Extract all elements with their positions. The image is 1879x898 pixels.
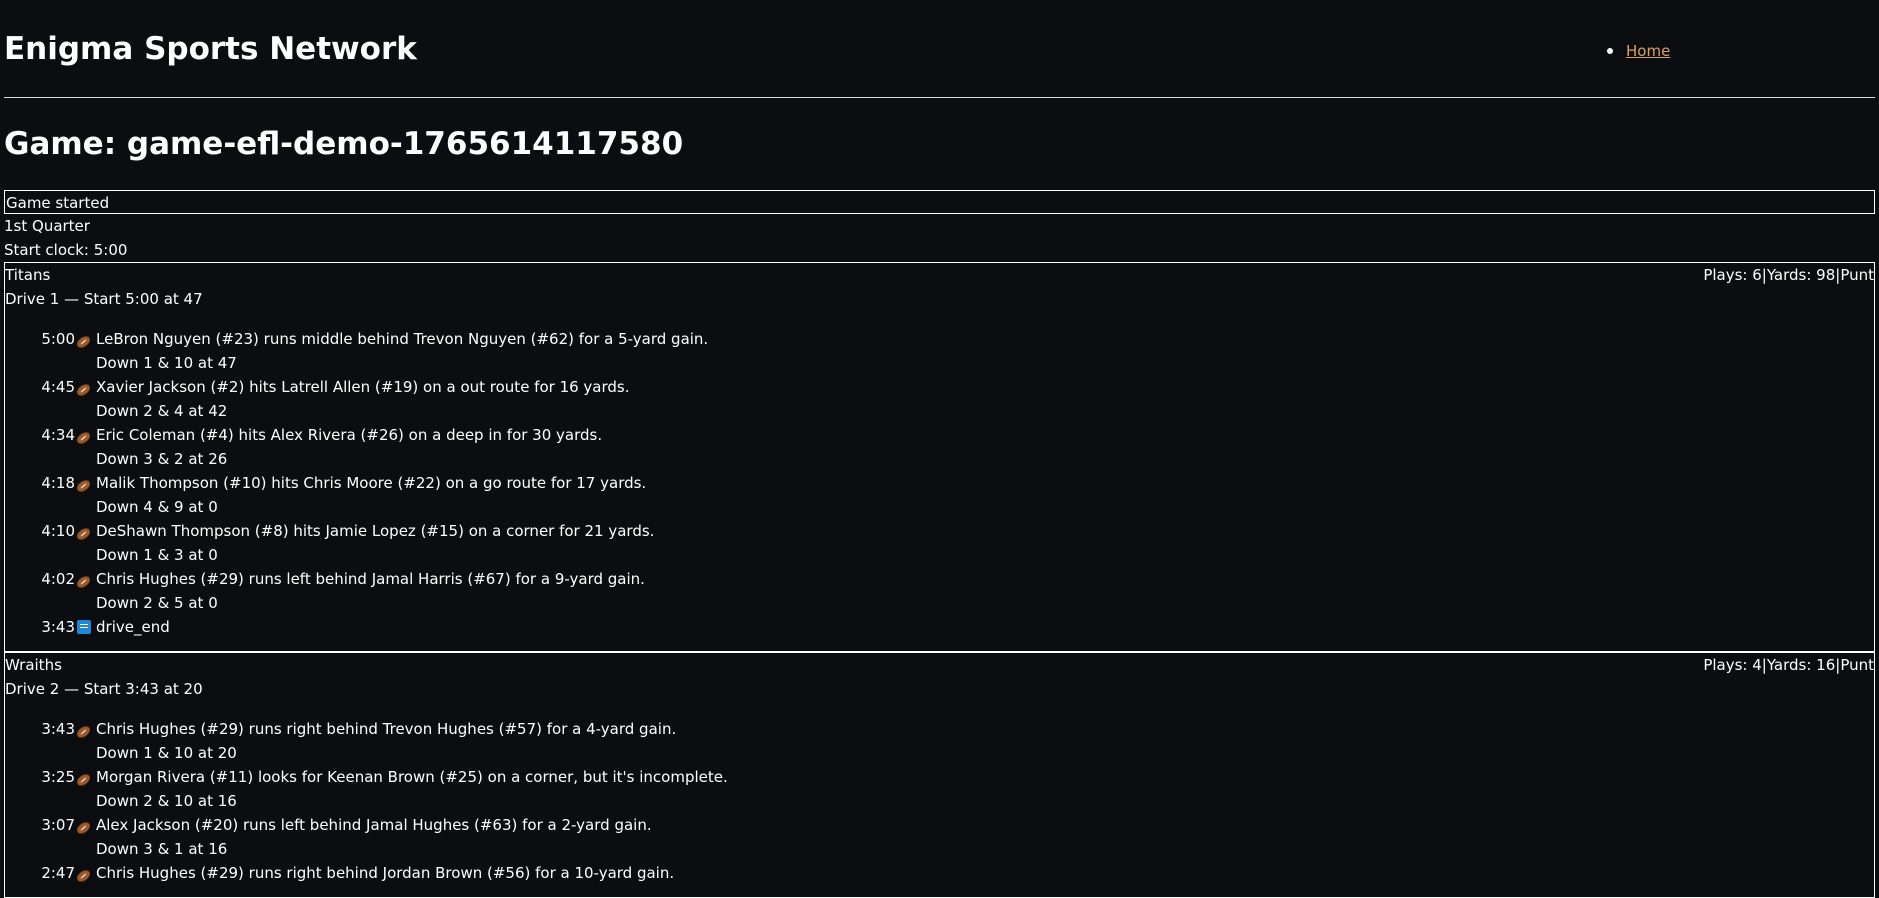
play-description: Chris Hughes (#29) runs right behind Jor…: [96, 864, 675, 882]
drive-header: Wraiths Plays: 4|Yards: 16|Punt: [5, 653, 1874, 677]
football-icon: [76, 332, 91, 348]
play-item: 3:43 Chris Hughes (#29) runs right behind…: [5, 717, 1874, 765]
home-link[interactable]: Home: [1626, 42, 1670, 60]
drive-card: Wraiths Plays: 4|Yards: 16|Punt Drive 2 — …: [4, 652, 1875, 898]
play-row: 3:43 drive_end: [5, 615, 1874, 639]
play-clock: 2:47: [41, 864, 75, 882]
play-description: Chris Hughes (#29) runs left behind Jama…: [96, 570, 645, 588]
site-header: Enigma Sports Network Home: [4, 0, 1875, 98]
play-item: 4:45 Xavier Jackson (#2) hits Latrell All…: [5, 375, 1874, 423]
play-description: Xavier Jackson (#2) hits Latrell Allen (…: [96, 378, 630, 396]
game-title: Game: game-efl-demo-1765614117580: [4, 126, 684, 162]
play-item: 5:00 LeBron Nguyen (#23) runs middle behi…: [5, 327, 1874, 375]
drive-stats: Plays: 4|Yards: 16|Punt: [1703, 656, 1874, 674]
play-description: LeBron Nguyen (#23) runs middle behind T…: [96, 330, 709, 348]
football-icon: [76, 722, 91, 738]
play-row: 4:18 Malik Thompson (#10) hits Chris Moor…: [5, 471, 1874, 495]
play-clock: 4:10: [41, 522, 75, 540]
play-clock: 4:18: [41, 474, 75, 492]
drive-stats: Plays: 6|Yards: 98|Punt: [1703, 266, 1874, 284]
play-clock: 4:02: [41, 570, 75, 588]
football-icon: [76, 818, 91, 834]
play-list: 5:00 LeBron Nguyen (#23) runs middle behi…: [5, 311, 1874, 651]
play-item: 4:34 Eric Coleman (#4) hits Alex Rivera (…: [5, 423, 1874, 471]
play-row: 4:34 Eric Coleman (#4) hits Alex Rivera (…: [5, 423, 1874, 447]
play-row: 4:10 DeShawn Thompson (#8) hits Jamie Lop…: [5, 519, 1874, 543]
play-list: 3:43 Chris Hughes (#29) runs right behind…: [5, 701, 1874, 897]
football-icon: [76, 524, 91, 540]
play-row: 4:45 Xavier Jackson (#2) hits Latrell All…: [5, 375, 1874, 399]
play-item: 2:47 Chris Hughes (#29) runs right behind…: [5, 861, 1874, 885]
drive-subtitle: Drive 1 — Start 5:00 at 47: [5, 290, 203, 308]
team-name: Wraiths: [5, 656, 62, 674]
play-item: 3:43 drive_end: [5, 615, 1874, 639]
play-clock: 3:43: [41, 720, 75, 738]
play-item: 3:25 Morgan Rivera (#11) looks for Keenan…: [5, 765, 1874, 813]
start-clock: Start clock: 5:00: [4, 241, 128, 259]
nav-item-home: Home: [1604, 38, 1670, 64]
team-name: Titans: [5, 266, 51, 284]
football-icon: [76, 770, 91, 786]
play-item: 4:02 Chris Hughes (#29) runs left behind …: [5, 567, 1874, 615]
down-distance: Down 1 & 3 at 0: [96, 546, 218, 564]
play-description: Malik Thompson (#10) hits Chris Moore (#…: [96, 474, 647, 492]
football-icon: [76, 380, 91, 396]
play-item: 4:18 Malik Thompson (#10) hits Chris Moor…: [5, 471, 1874, 519]
play-item: 3:07 Alex Jackson (#20) runs left behind …: [5, 813, 1874, 861]
play-row: 2:47 Chris Hughes (#29) runs right behind…: [5, 861, 1874, 885]
down-distance: Down 1 & 10 at 20: [96, 744, 237, 762]
down-distance: Down 3 & 2 at 26: [96, 450, 228, 468]
play-clock: 3:07: [41, 816, 75, 834]
play-row: 5:00 LeBron Nguyen (#23) runs middle behi…: [5, 327, 1874, 351]
play-clock: 4:34: [41, 426, 75, 444]
game-status: Game started: [4, 190, 1875, 214]
drive-header: Titans Plays: 6|Yards: 98|Punt: [5, 263, 1874, 287]
down-distance: Down 2 & 4 at 42: [96, 402, 228, 420]
football-icon: [76, 572, 91, 588]
play-description: DeShawn Thompson (#8) hits Jamie Lopez (…: [96, 522, 655, 540]
site-title: Enigma Sports Network: [4, 31, 417, 67]
football-icon: [76, 866, 91, 882]
down-distance: Down 1 & 10 at 47: [96, 354, 237, 372]
play-description: Chris Hughes (#29) runs right behind Tre…: [96, 720, 677, 738]
down-distance: Down 3 & 1 at 16: [96, 840, 228, 858]
play-description: drive_end: [96, 618, 170, 636]
football-icon: [76, 428, 91, 444]
quarter-label: 1st Quarter: [4, 217, 90, 235]
play-row: 3:25 Morgan Rivera (#11) looks for Keenan…: [5, 765, 1874, 789]
play-row: 3:07 Alex Jackson (#20) runs left behind …: [5, 813, 1874, 837]
drives-list: Titans Plays: 6|Yards: 98|Punt Drive 1 — S…: [0, 262, 1879, 898]
play-clock: 3:25: [41, 768, 75, 786]
play-clock: 5:00: [41, 330, 75, 348]
play-description: Morgan Rivera (#11) looks for Keenan Bro…: [96, 768, 728, 786]
down-distance: Down 2 & 5 at 0: [96, 594, 218, 612]
drive-end-icon: [77, 620, 91, 634]
down-distance: Down 4 & 9 at 0: [96, 498, 218, 516]
play-clock: 4:45: [41, 378, 75, 396]
play-row: 4:02 Chris Hughes (#29) runs left behind …: [5, 567, 1874, 591]
drive-subtitle: Drive 2 — Start 3:43 at 20: [5, 680, 203, 698]
play-description: Eric Coleman (#4) hits Alex Rivera (#26)…: [96, 426, 603, 444]
main-nav: Home: [1604, 38, 1670, 64]
down-distance: Down 2 & 10 at 16: [96, 792, 237, 810]
play-description: Alex Jackson (#20) runs left behind Jama…: [96, 816, 652, 834]
play-clock: 3:43: [41, 618, 75, 636]
football-icon: [76, 476, 91, 492]
drive-card: Titans Plays: 6|Yards: 98|Punt Drive 1 — S…: [4, 262, 1875, 652]
play-item: 4:10 DeShawn Thompson (#8) hits Jamie Lop…: [5, 519, 1874, 567]
play-row: 3:43 Chris Hughes (#29) runs right behind…: [5, 717, 1874, 741]
